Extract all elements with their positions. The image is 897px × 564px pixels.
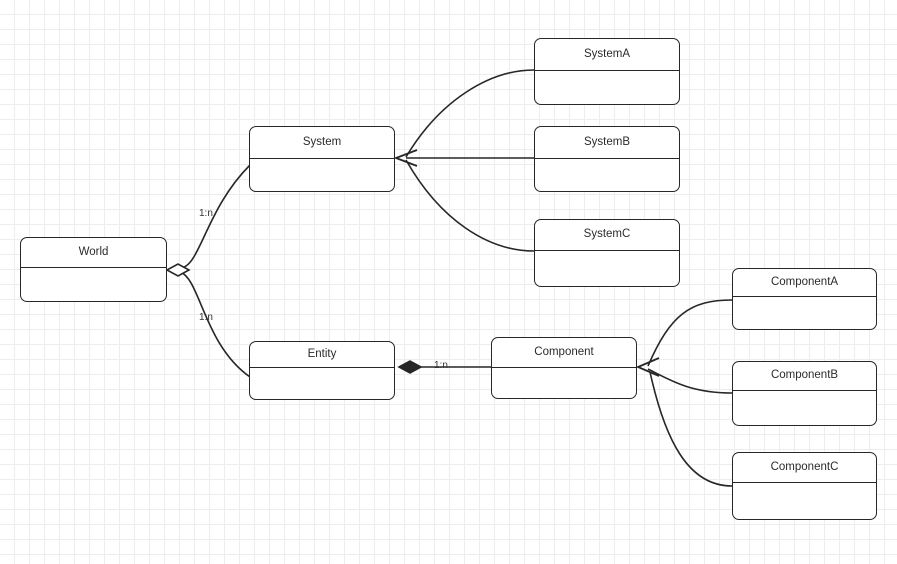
uml-node-componentb[interactable]: ComponentB	[732, 361, 877, 426]
uml-node-entity[interactable]: Entity	[249, 341, 395, 400]
uml-node-body	[250, 368, 394, 399]
uml-node-title: SystemA	[535, 39, 679, 71]
uml-node-body	[250, 159, 394, 191]
uml-node-title: ComponentC	[733, 453, 876, 483]
uml-node-body	[21, 268, 166, 301]
uml-node-body	[733, 297, 876, 329]
uml-node-title: ComponentB	[733, 362, 876, 391]
uml-node-title: World	[21, 238, 166, 268]
diagram-canvas[interactable]: World System SystemA SystemB SystemC Ent…	[0, 0, 897, 564]
uml-node-title: System	[250, 127, 394, 159]
uml-node-body	[733, 483, 876, 519]
uml-node-body	[535, 251, 679, 286]
uml-node-title: SystemB	[535, 127, 679, 159]
edge-label-entity-component: 1:n	[434, 360, 448, 371]
edge-world-entity[interactable]	[179, 271, 251, 378]
hollow-diamond-world	[165, 263, 191, 277]
uml-node-body	[535, 71, 679, 104]
edge-componentA-component[interactable]	[647, 299, 733, 367]
uml-node-system[interactable]: System	[249, 126, 395, 192]
uml-node-title: Component	[492, 338, 636, 368]
uml-node-world[interactable]: World	[20, 237, 167, 302]
edge-label-world-entity: 1:n	[199, 312, 213, 323]
uml-node-systemc[interactable]: SystemC	[534, 219, 680, 287]
uml-node-componentc[interactable]: ComponentC	[732, 452, 877, 520]
uml-node-systema[interactable]: SystemA	[534, 38, 680, 105]
uml-node-body	[535, 159, 679, 191]
edge-world-system[interactable]	[179, 164, 251, 269]
open-arrow-component	[635, 357, 660, 377]
filled-diamond-entity	[397, 360, 423, 374]
edge-systemC-system[interactable]	[405, 159, 535, 252]
open-arrow-system	[393, 149, 418, 167]
uml-node-body	[733, 391, 876, 425]
uml-node-componenta[interactable]: ComponentA	[732, 268, 877, 330]
uml-node-title: SystemC	[535, 220, 679, 251]
uml-node-systemb[interactable]: SystemB	[534, 126, 680, 192]
edge-componentC-component[interactable]	[649, 371, 733, 487]
uml-node-title: Entity	[250, 342, 394, 368]
uml-node-body	[492, 368, 636, 398]
edge-label-world-system: 1:n	[199, 208, 213, 219]
uml-node-component[interactable]: Component	[491, 337, 637, 399]
edge-componentB-component[interactable]	[647, 368, 733, 394]
uml-node-title: ComponentA	[733, 269, 876, 297]
edge-systemA-system[interactable]	[405, 69, 535, 158]
